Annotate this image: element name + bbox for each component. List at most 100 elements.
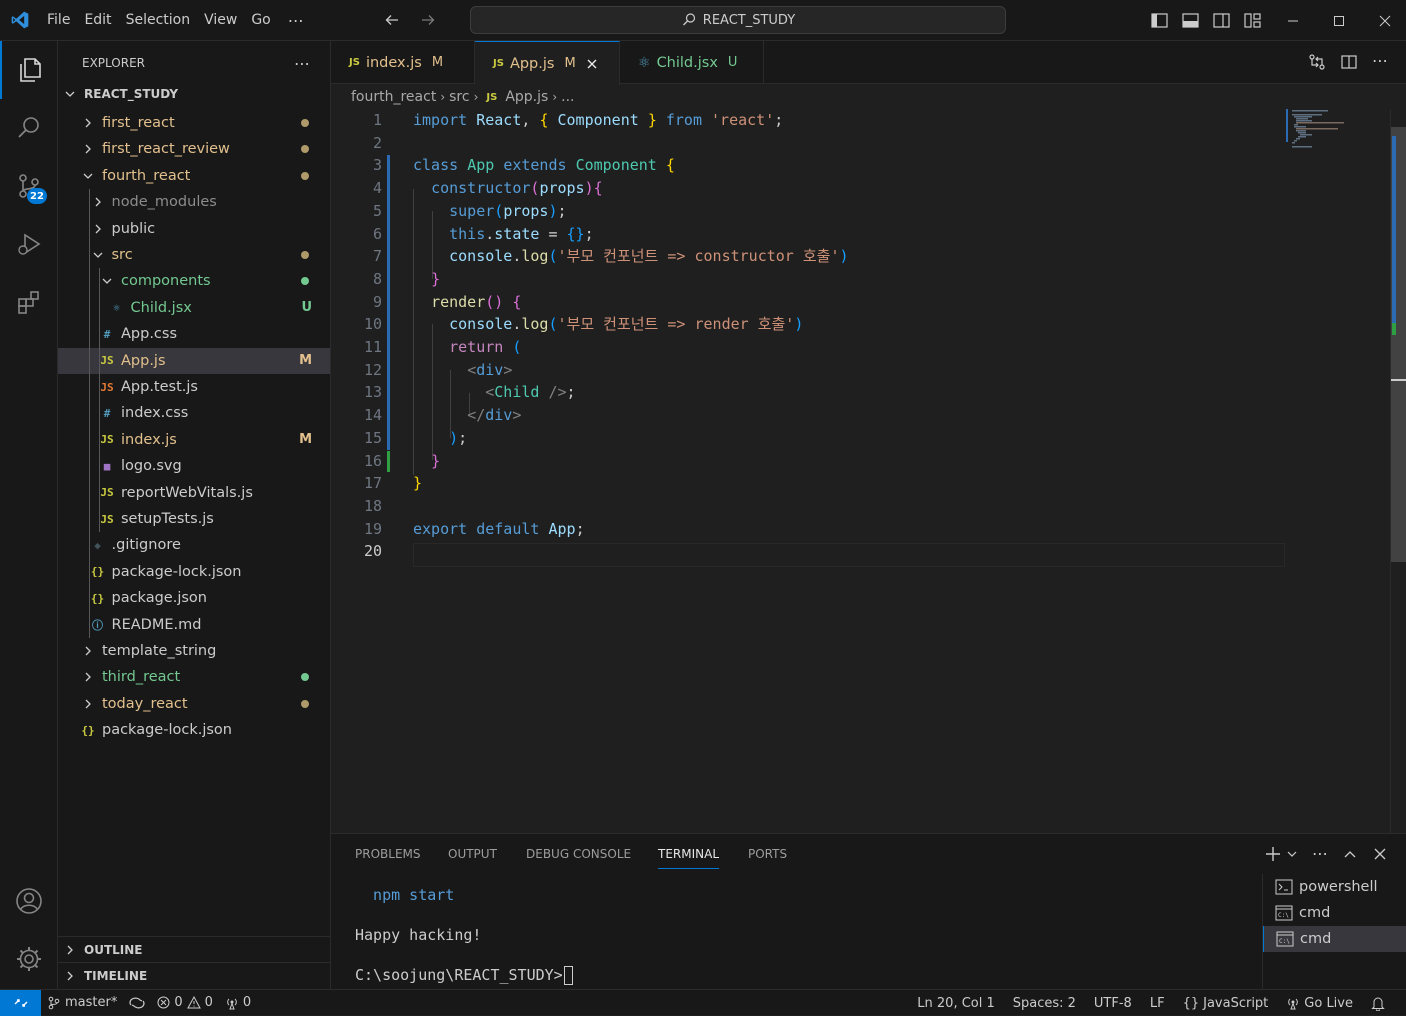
minimize-icon[interactable]	[1270, 0, 1316, 41]
account-icon[interactable]	[0, 872, 58, 930]
maximize-icon[interactable]	[1316, 0, 1362, 41]
panel-more-icon[interactable]: ⋯	[1312, 846, 1328, 862]
editor-tab[interactable]: JS App.js M	[475, 41, 620, 85]
code-line[interactable]: 11 return (	[331, 336, 1291, 359]
tree-folder[interactable]: fourth_react	[58, 163, 330, 189]
tree-folder[interactable]: third_react	[58, 664, 330, 690]
chevron-down-icon[interactable]	[1286, 848, 1298, 860]
terminal-instance[interactable]: C:\ cmd	[1263, 926, 1406, 952]
tree-file[interactable]: ⓘ README.md	[58, 612, 330, 638]
menu-edit[interactable]: Edit	[77, 0, 118, 41]
editor-scrollbar[interactable]	[1390, 109, 1406, 833]
code-line[interactable]: 10 console.log('부모 컨포넌트 => render 호출')	[331, 313, 1291, 336]
split-editor-icon[interactable]	[1340, 53, 1358, 71]
code-line[interactable]: 4 constructor(props){	[331, 177, 1291, 200]
toggle-primary-sidebar-icon[interactable]	[1150, 11, 1169, 30]
extensions-icon[interactable]	[0, 273, 58, 331]
code-line[interactable]: 1 import React, { Component } from 'react…	[331, 109, 1291, 132]
code-line[interactable]: 19 export default App;	[331, 518, 1291, 541]
maximize-panel-icon[interactable]	[1342, 846, 1358, 862]
code-line[interactable]: 14 </div>	[331, 404, 1291, 427]
panel-tab-terminal[interactable]: TERMINAL	[658, 834, 720, 874]
more-menu-icon[interactable]: ⋯	[278, 11, 314, 30]
close-panel-icon[interactable]	[1372, 846, 1388, 862]
editor-tab[interactable]: JS index.js M	[331, 41, 475, 84]
breadcrumb-file[interactable]: App.js	[505, 89, 548, 105]
encoding-status[interactable]: UTF-8	[1085, 996, 1141, 1011]
code-line[interactable]: 9 render() {	[331, 291, 1291, 314]
tree-folder[interactable]: today_react	[58, 691, 330, 717]
menu-file[interactable]: File	[40, 0, 77, 41]
code-editor[interactable]: 1 import React, { Component } from 'react…	[331, 109, 1406, 833]
tree-folder[interactable]: first_react_review	[58, 136, 330, 162]
code-line[interactable]: 12 <div>	[331, 359, 1291, 382]
tree-file[interactable]: {} package-lock.json	[58, 717, 330, 743]
command-center-search[interactable]: REACT_STUDY	[470, 6, 1006, 34]
new-terminal-icon[interactable]	[1264, 845, 1282, 863]
toggle-secondary-sidebar-icon[interactable]	[1212, 11, 1231, 30]
code-line[interactable]: 20	[331, 540, 1291, 563]
sync-icon[interactable]	[123, 996, 151, 1010]
indentation-status[interactable]: Spaces: 2	[1004, 996, 1085, 1011]
problems-status[interactable]: 0 0	[151, 995, 219, 1010]
breadcrumb-symbols[interactable]: ...	[561, 89, 574, 105]
toggle-panel-icon[interactable]	[1181, 11, 1200, 30]
source-control-icon[interactable]: 22	[0, 157, 58, 215]
remote-indicator-icon[interactable]	[0, 989, 41, 1016]
code-line[interactable]: 17}	[331, 472, 1291, 495]
editor-tab[interactable]: ⚛ Child.jsx U	[620, 41, 764, 84]
code-line[interactable]: 16 }	[331, 450, 1291, 473]
breadcrumb-folder[interactable]: fourth_react	[351, 89, 436, 105]
panel-tab-debug-console[interactable]: DEBUG CONSOLE	[526, 834, 631, 874]
panel-tab-problems[interactable]: PROBLEMS	[355, 834, 421, 874]
code-line[interactable]: 18	[331, 495, 1291, 518]
minimap[interactable]	[1286, 109, 1386, 159]
panel-tab-output[interactable]: OUTPUT	[448, 834, 497, 874]
tree-folder[interactable]: template_string	[58, 638, 330, 664]
git-branch-status[interactable]: master*	[41, 995, 123, 1010]
settings-gear-icon[interactable]	[0, 930, 58, 988]
code-line[interactable]: 5 super(props);	[331, 200, 1291, 223]
explorer-icon[interactable]	[0, 41, 58, 99]
cursor-position[interactable]: Ln 20, Col 1	[908, 996, 1003, 1011]
code-line[interactable]: 8 }	[331, 268, 1291, 291]
notifications-bell-icon[interactable]	[1362, 996, 1394, 1011]
close-tab-icon[interactable]	[586, 58, 598, 70]
ports-status[interactable]: 0	[219, 995, 257, 1010]
code-line[interactable]: 7 console.log('부모 컨포넌트 => constructor 호출…	[331, 245, 1291, 268]
tree-file[interactable]: {} package.json	[58, 585, 330, 611]
language-mode[interactable]: {} JavaScript	[1174, 996, 1278, 1011]
outline-section[interactable]: OUTLINE	[58, 936, 330, 962]
workspace-root-header[interactable]: REACT_STUDY	[58, 85, 330, 103]
explorer-more-icon[interactable]: ⋯	[294, 54, 310, 73]
compare-changes-icon[interactable]	[1308, 53, 1326, 71]
code-line[interactable]: 2	[331, 132, 1291, 155]
run-debug-icon[interactable]	[0, 215, 58, 273]
back-arrow-icon[interactable]	[382, 10, 402, 30]
menu-selection[interactable]: Selection	[119, 0, 198, 41]
forward-arrow-icon[interactable]	[418, 10, 438, 30]
terminal-prompt[interactable]: C:\soojung\REACT_STUDY>	[355, 966, 573, 985]
customize-layout-icon[interactable]	[1243, 11, 1262, 30]
search-icon[interactable]	[0, 99, 58, 157]
tree-folder[interactable]: public	[58, 216, 330, 242]
menu-go[interactable]: Go	[244, 0, 277, 41]
editor-more-icon[interactable]: ⋯	[1372, 53, 1388, 71]
terminal-instance[interactable]: powershell	[1263, 874, 1406, 900]
close-window-icon[interactable]	[1362, 0, 1406, 41]
tree-file[interactable]: ◆ .gitignore	[58, 532, 330, 558]
terminal-instance[interactable]: C:\ cmd	[1263, 900, 1406, 926]
eol-status[interactable]: LF	[1141, 996, 1174, 1011]
code-line[interactable]: 13 <Child />;	[331, 381, 1291, 404]
tree-folder[interactable]: first_react	[58, 110, 330, 136]
panel-tab-ports[interactable]: PORTS	[748, 834, 787, 874]
code-line[interactable]: 3 class App extends Component {	[331, 154, 1291, 177]
breadcrumb-folder[interactable]: src	[449, 89, 469, 105]
code-line[interactable]: 6 this.state = {};	[331, 223, 1291, 246]
tree-folder[interactable]: node_modules	[58, 189, 330, 215]
tree-file[interactable]: {} package-lock.json	[58, 559, 330, 585]
menu-view[interactable]: View	[197, 0, 244, 41]
code-line[interactable]: 15 );	[331, 427, 1291, 450]
tree-folder[interactable]: src	[58, 242, 330, 268]
go-live-button[interactable]: Go Live	[1277, 996, 1362, 1011]
